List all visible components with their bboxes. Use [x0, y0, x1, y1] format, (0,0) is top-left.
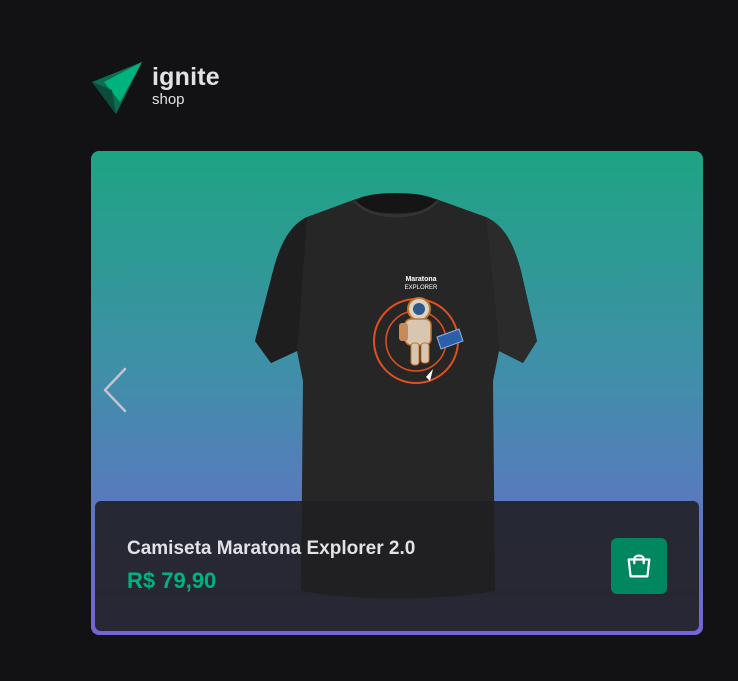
brand-logo[interactable]: ignite shop [90, 62, 220, 116]
product-price: R$ 79,90 [127, 568, 217, 593]
add-to-bag-button[interactable] [611, 538, 667, 594]
page: ignite shop Maratona EXPLORER Camiseta M… [0, 0, 738, 681]
product-name: Camiseta Maratona Explorer 2.0 [127, 538, 416, 559]
shopping-bag-icon [627, 554, 651, 578]
product-info: Camiseta Maratona Explorer 2.0 R$ 79,90 [127, 536, 415, 596]
ignite-logo-icon [92, 62, 142, 114]
brand-title: ignite [152, 63, 220, 91]
product-card[interactable]: Maratona EXPLORER Camiseta Maratona Expl… [91, 151, 703, 635]
product-footer: Camiseta Maratona Explorer 2.0 R$ 79,90 [95, 501, 699, 631]
chevron-left-icon[interactable] [99, 365, 131, 415]
brand-text: ignite shop [152, 62, 220, 108]
brand-subtitle: shop [152, 91, 185, 108]
shirt-print-line2: EXPLORER [405, 285, 438, 291]
shirt-print-line1: Maratona [405, 276, 436, 283]
